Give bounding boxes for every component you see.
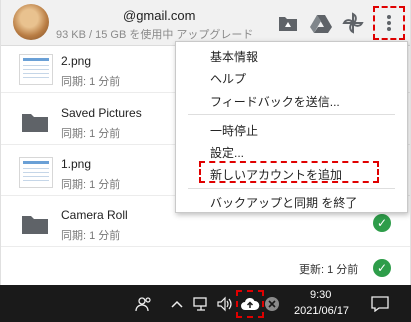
folder-icon xyxy=(22,114,48,132)
sync-ok-icon: ✓ xyxy=(373,214,391,232)
menu-item-settings[interactable]: 設定... xyxy=(210,144,244,161)
volume-icon[interactable] xyxy=(216,294,234,314)
photos-pinwheel-icon[interactable] xyxy=(342,12,364,34)
drive-folder-icon[interactable] xyxy=(277,12,299,34)
menu-item-pause[interactable]: 一時停止 xyxy=(210,122,258,139)
account-header: @gmail.com 93 KB / 15 GB を使用中 アップグレード xyxy=(1,0,410,46)
last-updated: 更新: 1 分前 xyxy=(299,264,359,276)
status-footer: 更新: 1 分前 ✓ xyxy=(1,253,410,285)
sync-ok-icon: ✓ xyxy=(373,259,391,277)
more-options-button[interactable] xyxy=(373,6,405,40)
taskbar: 9:30 2021/06/17 xyxy=(0,285,411,322)
image-thumbnail xyxy=(19,157,53,188)
drive-icon[interactable] xyxy=(310,12,332,34)
menu-item-help[interactable]: ヘルプ xyxy=(210,70,246,87)
more-vert-icon xyxy=(387,15,391,31)
options-menu: 基本情報 ヘルプ フィードバックを送信... 一時停止 設定... 新しいアカウ… xyxy=(175,41,408,213)
folder-icon xyxy=(22,216,48,234)
avatar[interactable] xyxy=(13,4,49,40)
sync-status: 同期: 1 分前 xyxy=(61,230,121,242)
network-icon[interactable] xyxy=(192,294,210,314)
file-name: Saved Pictures xyxy=(61,106,142,120)
menu-divider xyxy=(188,114,395,115)
file-name: 2.png xyxy=(61,54,92,68)
sync-status: 同期: 1 分前 xyxy=(61,128,121,140)
backup-sync-panel: @gmail.com 93 KB / 15 GB を使用中 アップグレード 2.… xyxy=(0,0,411,285)
highlight-marker xyxy=(236,290,264,318)
menu-item-quit[interactable]: バックアップと同期 を終了 xyxy=(210,194,357,211)
clock-time[interactable]: 9:30 xyxy=(310,289,331,301)
sync-status: 同期: 1 分前 xyxy=(61,179,121,191)
sync-status: 同期: 1 分前 xyxy=(61,76,121,88)
highlight-marker xyxy=(199,161,379,183)
storage-usage: 93 KB / 15 GB を使用中 アップグレード xyxy=(56,29,254,41)
notification-icon[interactable] xyxy=(370,294,390,314)
menu-item-feedback[interactable]: フィードバックを送信... xyxy=(210,93,340,110)
account-email: @gmail.com xyxy=(123,8,196,23)
menu-divider xyxy=(188,188,395,189)
clock-date[interactable]: 2021/06/17 xyxy=(294,305,349,317)
people-icon[interactable] xyxy=(134,294,154,314)
file-name: Camera Roll xyxy=(61,208,128,222)
chevron-up-icon[interactable] xyxy=(170,294,184,314)
file-name: 1.png xyxy=(61,157,92,171)
menu-item-about[interactable]: 基本情報 xyxy=(210,48,258,65)
image-thumbnail xyxy=(19,54,53,85)
close-circle-icon[interactable] xyxy=(264,294,280,314)
